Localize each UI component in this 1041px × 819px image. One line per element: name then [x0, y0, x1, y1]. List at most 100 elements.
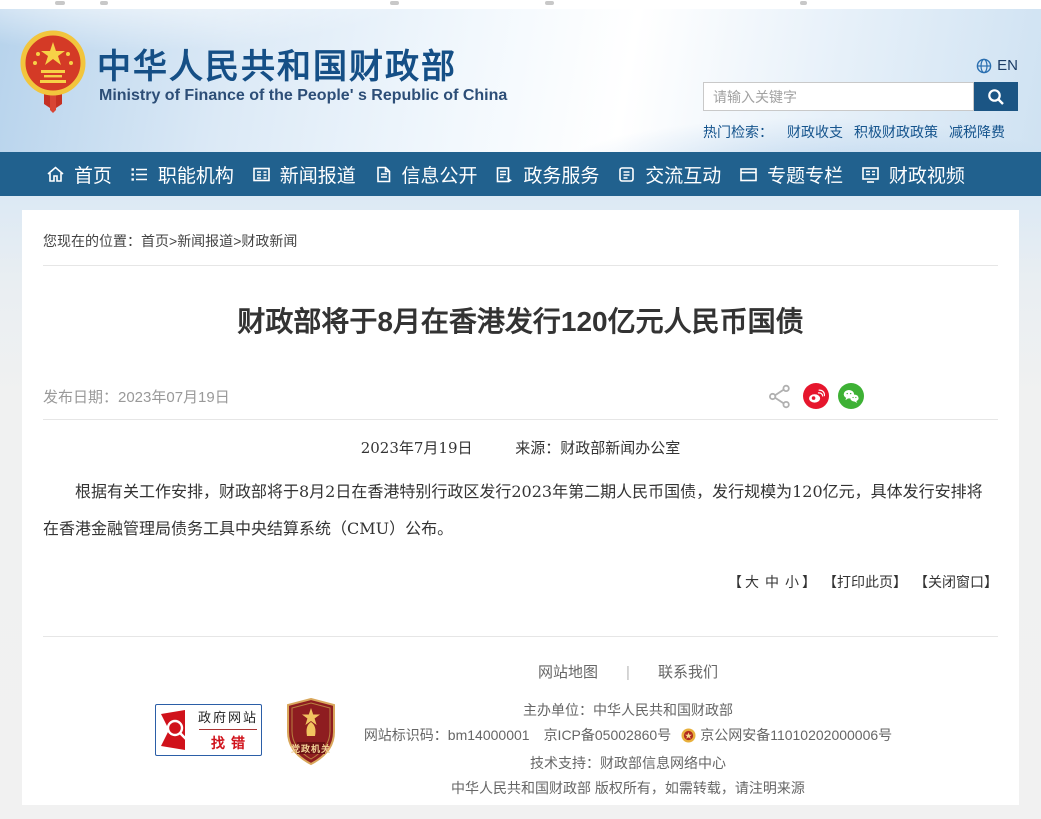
- article-source: 来源：财政部新闻办公室: [515, 439, 680, 457]
- nav-item-video[interactable]: 财政视频: [861, 161, 965, 188]
- nav-item-info[interactable]: 信息公开: [374, 161, 478, 188]
- close-window-button[interactable]: 【关闭窗口】: [921, 574, 998, 590]
- party-badge-label: 党政机关: [285, 742, 337, 755]
- video-icon: [861, 165, 880, 184]
- dialog-icon: [617, 165, 636, 184]
- font-size-bracket: 】: [802, 574, 816, 590]
- search-input[interactable]: [703, 82, 974, 111]
- site-code: 网站标识码：bm14000001: [364, 727, 530, 743]
- error-finder-icon: [159, 708, 195, 752]
- error-badge-line2: 找错: [211, 733, 251, 753]
- police-badge-icon: [681, 726, 696, 751]
- nav-item-org[interactable]: 职能机构: [130, 161, 234, 188]
- icp-number: 京ICP备05002860号: [544, 727, 672, 743]
- share-icon[interactable]: [767, 383, 794, 410]
- en-label: EN: [997, 57, 1018, 74]
- breadcrumb-finance-news[interactable]: 财政新闻: [241, 233, 297, 249]
- site-subtitle: Ministry of Finance of the People' s Rep…: [99, 87, 507, 105]
- font-size-bracket: 【: [728, 574, 742, 590]
- hot-link-1[interactable]: 积极财政政策: [854, 122, 938, 142]
- share-wechat-button[interactable]: [838, 383, 864, 409]
- hot-search-row: 热门检索： 财政收支 积极财政政策 减税降费: [703, 122, 1016, 142]
- article-date: 2023年7月19日: [361, 439, 473, 457]
- search-icon: [986, 87, 1006, 107]
- breadcrumb-divider: [43, 265, 998, 266]
- footer-copyright: 中华人民共和国财政部 版权所有，如需转载，请注明来源: [258, 776, 998, 801]
- error-badge-text: 政府网站 找错: [195, 707, 261, 753]
- nav-label: 首页: [74, 161, 112, 188]
- nav-label: 交流互动: [645, 161, 721, 188]
- date-divider: [43, 419, 998, 420]
- content-panel: 您现在的位置：首页>新闻报道>财政新闻 财政部将于8月在香港发行120亿元人民币…: [22, 210, 1019, 805]
- site-header-banner: 中华人民共和国财政部 Ministry of Finance of the Pe…: [0, 9, 1041, 152]
- share-weibo-button[interactable]: [803, 383, 829, 409]
- footer: 政府网站 找错 党政机关 主办单位：中华人民共和国财政部 网站标识码：bm140…: [43, 698, 998, 816]
- nav-label: 职能机构: [158, 161, 234, 188]
- clipboard-icon: [495, 165, 514, 184]
- newspaper-icon: [252, 165, 271, 184]
- print-page-button[interactable]: 【打印此页】: [830, 574, 907, 590]
- publish-date: 发布日期：2023年07月19日: [43, 386, 230, 407]
- globe-icon: [976, 58, 992, 74]
- nav-label: 新闻报道: [280, 161, 356, 188]
- footer-divider: [43, 636, 998, 637]
- national-emblem-logo[interactable]: [18, 30, 88, 114]
- site-title: 中华人民共和国财政部: [97, 39, 457, 88]
- browser-toolbar-remnant: [0, 0, 1041, 9]
- nav-item-home[interactable]: 首页: [46, 161, 112, 188]
- font-size-large-button[interactable]: 大: [745, 574, 759, 590]
- nav-item-interact[interactable]: 交流互动: [617, 161, 721, 188]
- nav-label: 信息公开: [402, 161, 478, 188]
- footer-support: 技术支持：财政部信息网络中心: [258, 751, 998, 776]
- wechat-icon: [842, 387, 860, 405]
- home-icon: [46, 165, 65, 184]
- toolbar-mark: [100, 1, 108, 5]
- hot-search-label: 热门检索：: [703, 122, 773, 142]
- breadcrumb-separator: >: [169, 233, 177, 249]
- error-badge-separator: [199, 729, 257, 730]
- footer-registration-line: 网站标识码：bm14000001 京ICP备05002860号 京公网安备11010…: [258, 723, 998, 751]
- breadcrumb-news[interactable]: 新闻报道: [177, 233, 233, 249]
- footer-links: 网站地图 | 联系我们: [258, 661, 998, 682]
- nav-item-special[interactable]: 专题专栏: [739, 161, 843, 188]
- toolbar-mark: [55, 1, 65, 5]
- weibo-icon: [807, 387, 825, 405]
- footer-links-separator: |: [626, 664, 630, 681]
- breadcrumb-home[interactable]: 首页: [141, 233, 169, 249]
- publish-date-row: 发布日期：2023年07月19日: [43, 382, 998, 410]
- footer-text-block: 主办单位：中华人民共和国财政部 网站标识码：bm14000001 京ICP备050…: [258, 698, 998, 801]
- article-actions: 【大中小】【打印此页】【关闭窗口】: [43, 572, 998, 592]
- security-record-link[interactable]: 京公网安备11010202000006号: [700, 727, 892, 743]
- share-toolbar: [767, 383, 864, 410]
- toolbar-mark: [390, 1, 399, 5]
- article-body: 根据有关工作安排，财政部将于8月2日在香港特别行政区发行2023年第二期人民币国…: [43, 473, 998, 547]
- main-navigation: 首页 职能机构 新闻报道 信息公开 政务服务 交流互动: [0, 152, 1041, 196]
- toolbar-mark: [545, 1, 554, 5]
- nav-item-news[interactable]: 新闻报道: [252, 161, 356, 188]
- error-badge-line1: 政府网站: [198, 707, 258, 726]
- font-size-medium-button[interactable]: 中: [765, 574, 779, 590]
- article-title: 财政部将于8月在香港发行120亿元人民币国债: [43, 300, 998, 340]
- contact-link[interactable]: 联系我们: [658, 664, 718, 681]
- sitemap-link[interactable]: 网站地图: [538, 664, 598, 681]
- nav-label: 财政视频: [889, 161, 965, 188]
- article-meta: 2023年7月19日 来源：财政部新闻办公室: [43, 437, 998, 458]
- toolbar-mark: [800, 1, 807, 5]
- hot-link-0[interactable]: 财政收支: [787, 122, 843, 142]
- search-button[interactable]: [974, 82, 1018, 111]
- nav-item-service[interactable]: 政务服务: [495, 161, 599, 188]
- window-icon: [739, 165, 758, 184]
- hot-link-2[interactable]: 减税降费: [949, 122, 1005, 142]
- breadcrumb: 您现在的位置：首页>新闻报道>财政新闻: [43, 210, 998, 251]
- footer-organizer: 主办单位：中华人民共和国财政部: [258, 698, 998, 723]
- font-size-small-button[interactable]: 小: [785, 574, 799, 590]
- language-switch-en[interactable]: EN: [976, 57, 1018, 74]
- document-icon: [374, 165, 393, 184]
- nav-label: 政务服务: [523, 161, 599, 188]
- nav-label: 专题专栏: [767, 161, 843, 188]
- party-shield-icon: [285, 698, 337, 766]
- breadcrumb-prefix: 您现在的位置：: [43, 233, 141, 249]
- party-gov-org-badge[interactable]: 党政机关: [285, 698, 337, 766]
- gov-site-error-report-badge[interactable]: 政府网站 找错: [155, 704, 262, 756]
- org-list-icon: [130, 165, 149, 184]
